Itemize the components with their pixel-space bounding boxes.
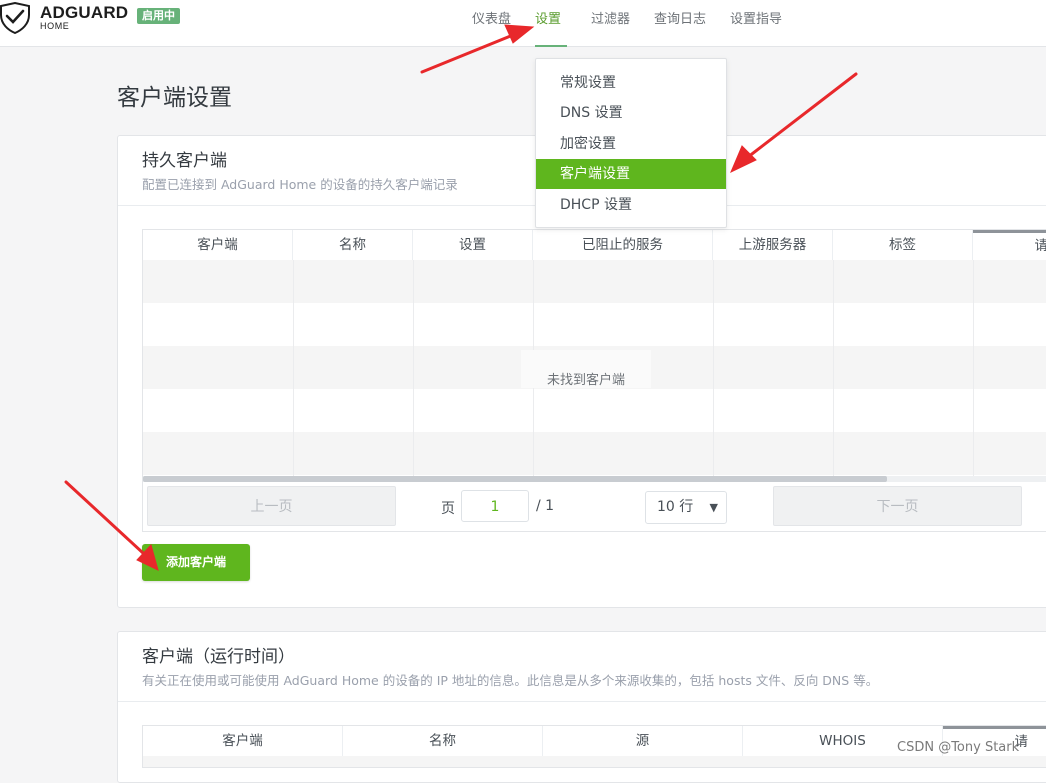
chevron-down-icon: ▼: [709, 501, 718, 514]
nav-setup-guide[interactable]: 设置指导: [730, 8, 782, 27]
logo-subtext: HOME: [40, 21, 70, 31]
table-row: [143, 389, 1046, 432]
prev-page-button[interactable]: 上一页: [147, 486, 396, 526]
settings-dropdown-menu: 常规设置 DNS 设置 加密设置 客户端设置 DHCP 设置: [535, 58, 727, 228]
adguard-shield-icon[interactable]: [0, 2, 30, 34]
add-client-button[interactable]: 添加客户端: [142, 544, 250, 581]
table-row: [143, 432, 1046, 475]
page-title: 客户端设置: [117, 85, 232, 111]
column-divider: [413, 260, 414, 477]
table-row: [143, 756, 1046, 767]
column-header-name[interactable]: 名称: [343, 726, 543, 756]
nav-dashboard[interactable]: 仪表盘: [472, 8, 511, 27]
rows-per-page-value: 10 行: [657, 499, 694, 515]
menu-item-encryption-settings[interactable]: 加密设置: [536, 129, 726, 159]
scrollbar-thumb[interactable]: [143, 476, 887, 482]
column-divider: [713, 260, 714, 477]
column-header-source[interactable]: 源: [543, 726, 743, 756]
no-clients-message: 未找到客户端: [521, 350, 651, 388]
logo-text[interactable]: ADGUARD: [40, 3, 128, 23]
column-header-requests[interactable]: 请: [973, 230, 1046, 260]
watermark: CSDN @Tony Stark: [897, 740, 1020, 755]
card-divider: [118, 701, 1046, 702]
column-header-upstream[interactable]: 上游服务器: [713, 230, 833, 260]
rows-per-page-select[interactable]: 10 行 ▼: [645, 491, 727, 524]
status-badge: 启用中: [137, 8, 180, 24]
table-row: [143, 260, 1046, 303]
persistent-clients-table: 客户端 名称 设置 已阻止的服务 上游服务器 标签 请 未找到客户端 上一页 页…: [142, 229, 1046, 532]
column-divider: [293, 260, 294, 477]
nav-settings[interactable]: 设置: [535, 8, 561, 27]
nav-query-log[interactable]: 查询日志: [654, 8, 706, 27]
menu-item-client-settings[interactable]: 客户端设置: [536, 159, 726, 189]
card-title: 持久客户端: [142, 151, 227, 171]
column-header-tags[interactable]: 标签: [833, 230, 973, 260]
page-label: 页: [441, 501, 455, 517]
column-header-settings[interactable]: 设置: [413, 230, 533, 260]
nav-active-underline: [535, 45, 567, 47]
menu-item-general-settings[interactable]: 常规设置: [536, 68, 726, 98]
column-divider: [833, 260, 834, 477]
table-row: [143, 303, 1046, 346]
card-subtitle: 有关正在使用或可能使用 AdGuard Home 的设备的 IP 地址的信息。此…: [142, 673, 879, 688]
page-number-input[interactable]: 1: [461, 490, 529, 522]
column-header-blocked-services[interactable]: 已阻止的服务: [533, 230, 713, 260]
card-subtitle: 配置已连接到 AdGuard Home 的设备的持久客户端记录: [142, 177, 458, 192]
menu-item-dns-settings[interactable]: DNS 设置: [536, 98, 726, 128]
column-header-client[interactable]: 客户端: [143, 726, 343, 756]
top-header: ADGUARD HOME 启用中 仪表盘 设置 过滤器 查询日志 设置指导: [0, 0, 1046, 47]
page-total: / 1: [536, 498, 555, 514]
horizontal-scrollbar[interactable]: [143, 476, 1046, 482]
card-title: 客户端（运行时间）: [142, 647, 295, 667]
column-header-name[interactable]: 名称: [293, 230, 413, 260]
menu-item-dhcp-settings[interactable]: DHCP 设置: [536, 190, 726, 220]
column-divider: [973, 260, 974, 477]
column-header-client[interactable]: 客户端: [143, 230, 293, 260]
nav-filters[interactable]: 过滤器: [591, 8, 630, 27]
next-page-button[interactable]: 下一页: [773, 486, 1022, 526]
